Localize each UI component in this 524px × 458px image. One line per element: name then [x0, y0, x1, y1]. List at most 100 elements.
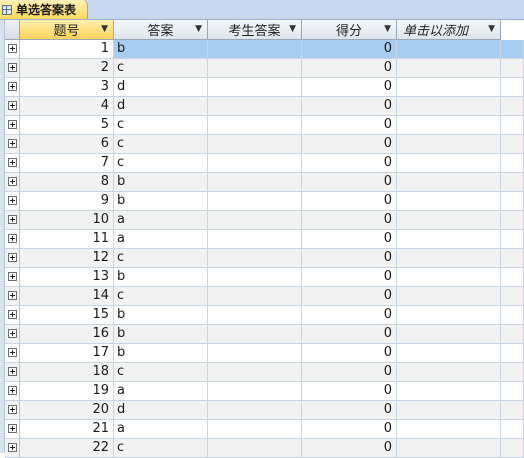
table-row[interactable]: 18 c 0 [5, 363, 524, 382]
cell-score[interactable]: 0 [302, 401, 397, 420]
cell-score[interactable]: 0 [302, 420, 397, 439]
expand-plus-icon[interactable] [8, 424, 17, 433]
cell-score[interactable]: 0 [302, 97, 397, 116]
cell-student-answer[interactable] [208, 116, 302, 135]
table-row[interactable]: 17 b 0 [5, 344, 524, 363]
cell-answer[interactable]: a [114, 230, 208, 249]
column-header-score[interactable]: 得分 ▼ [302, 20, 397, 40]
cell-add[interactable] [397, 382, 501, 401]
cell-add[interactable] [397, 401, 501, 420]
table-row[interactable]: 22 c 0 [5, 439, 524, 458]
row-selector[interactable] [5, 211, 20, 230]
table-row[interactable]: 8b 0 [5, 173, 524, 192]
column-header-id[interactable]: 题号 ▼ [20, 20, 114, 40]
cell-id[interactable]: 17 [20, 344, 114, 363]
row-selector[interactable] [5, 401, 20, 420]
table-row[interactable]: 1b 0 [5, 40, 524, 59]
cell-id[interactable]: 7 [20, 154, 114, 173]
column-header-student-answer[interactable]: 考生答案 ▼ [208, 20, 302, 40]
cell-id[interactable]: 9 [20, 192, 114, 211]
row-selector[interactable] [5, 135, 20, 154]
cell-score[interactable]: 0 [302, 344, 397, 363]
expand-plus-icon[interactable] [8, 367, 17, 376]
row-selector[interactable] [5, 78, 20, 97]
cell-student-answer[interactable] [208, 97, 302, 116]
cell-id[interactable]: 3 [20, 78, 114, 97]
table-row[interactable]: 7c 0 [5, 154, 524, 173]
cell-add[interactable] [397, 287, 501, 306]
cell-student-answer[interactable] [208, 78, 302, 97]
cell-add[interactable] [397, 268, 501, 287]
tab-answer-table[interactable]: 单选答案表 [0, 0, 88, 19]
expand-plus-icon[interactable] [8, 329, 17, 338]
cell-student-answer[interactable] [208, 211, 302, 230]
cell-answer[interactable]: a [114, 420, 208, 439]
row-selector[interactable] [5, 382, 20, 401]
row-selector[interactable] [5, 116, 20, 135]
cell-add[interactable] [397, 40, 501, 59]
cell-add[interactable] [397, 154, 501, 173]
row-selector[interactable] [5, 439, 20, 458]
row-selector[interactable] [5, 173, 20, 192]
cell-add[interactable] [397, 59, 501, 78]
table-row[interactable]: 4d 0 [5, 97, 524, 116]
cell-add[interactable] [397, 173, 501, 192]
table-row[interactable]: 13 b 0 [5, 268, 524, 287]
cell-score[interactable]: 0 [302, 173, 397, 192]
cell-student-answer[interactable] [208, 230, 302, 249]
cell-id[interactable]: 4 [20, 97, 114, 116]
cell-score[interactable]: 0 [302, 287, 397, 306]
cell-score[interactable]: 0 [302, 135, 397, 154]
cell-answer[interactable]: b [114, 325, 208, 344]
cell-id[interactable]: 13 [20, 268, 114, 287]
cell-add[interactable] [397, 78, 501, 97]
table-row[interactable]: 12 c 0 [5, 249, 524, 268]
cell-score[interactable]: 0 [302, 211, 397, 230]
cell-student-answer[interactable] [208, 40, 302, 59]
cell-answer[interactable]: c [114, 154, 208, 173]
cell-score[interactable]: 0 [302, 40, 397, 59]
cell-student-answer[interactable] [208, 363, 302, 382]
cell-add[interactable] [397, 192, 501, 211]
expand-plus-icon[interactable] [8, 405, 17, 414]
cell-score[interactable]: 0 [302, 382, 397, 401]
cell-student-answer[interactable] [208, 306, 302, 325]
cell-answer[interactable]: c [114, 116, 208, 135]
cell-answer[interactable]: b [114, 268, 208, 287]
dropdown-arrow-icon[interactable]: ▼ [101, 24, 108, 34]
cell-id[interactable]: 5 [20, 116, 114, 135]
cell-add[interactable] [397, 363, 501, 382]
cell-student-answer[interactable] [208, 192, 302, 211]
expand-plus-icon[interactable] [8, 291, 17, 300]
cell-answer[interactable]: c [114, 59, 208, 78]
dropdown-arrow-icon[interactable]: ▼ [488, 24, 495, 34]
cell-answer[interactable]: a [114, 211, 208, 230]
cell-id[interactable]: 18 [20, 363, 114, 382]
dropdown-arrow-icon[interactable]: ▼ [289, 24, 296, 34]
column-header-answer[interactable]: 答案 ▼ [114, 20, 208, 40]
cell-add[interactable] [397, 97, 501, 116]
table-row[interactable]: 11 a 0 [5, 230, 524, 249]
cell-score[interactable]: 0 [302, 363, 397, 382]
cell-add[interactable] [397, 230, 501, 249]
expand-plus-icon[interactable] [8, 63, 17, 72]
cell-student-answer[interactable] [208, 344, 302, 363]
dropdown-arrow-icon[interactable]: ▼ [384, 24, 391, 34]
cell-id[interactable]: 8 [20, 173, 114, 192]
row-selector[interactable] [5, 287, 20, 306]
cell-id[interactable]: 10 [20, 211, 114, 230]
expand-plus-icon[interactable] [8, 348, 17, 357]
cell-id[interactable]: 22 [20, 439, 114, 458]
cell-answer[interactable]: b [114, 306, 208, 325]
cell-student-answer[interactable] [208, 325, 302, 344]
expand-plus-icon[interactable] [8, 177, 17, 186]
cell-score[interactable]: 0 [302, 78, 397, 97]
table-row[interactable]: 6c 0 [5, 135, 524, 154]
row-selector[interactable] [5, 306, 20, 325]
row-selector[interactable] [5, 363, 20, 382]
expand-plus-icon[interactable] [8, 253, 17, 262]
cell-score[interactable]: 0 [302, 268, 397, 287]
cell-id[interactable]: 11 [20, 230, 114, 249]
cell-answer[interactable]: b [114, 192, 208, 211]
cell-answer[interactable]: d [114, 78, 208, 97]
